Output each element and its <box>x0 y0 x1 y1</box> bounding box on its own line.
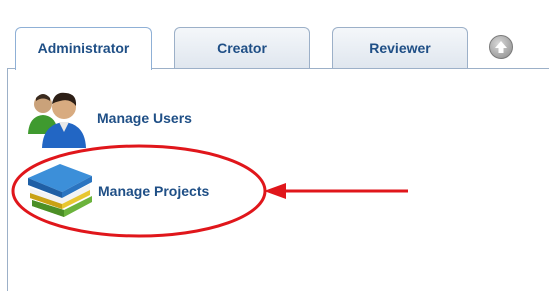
pointer-arrow-icon <box>264 183 408 199</box>
books-icon <box>28 164 92 217</box>
tab-administrator[interactable]: Administrator <box>15 27 152 70</box>
tab-reviewer[interactable]: Reviewer <box>332 27 468 69</box>
manage-users-link[interactable]: Manage Users <box>97 110 192 126</box>
scroll-up-button[interactable] <box>489 35 513 59</box>
arrow-up-circle-icon <box>495 41 507 53</box>
manage-projects-link[interactable]: Manage Projects <box>98 183 209 199</box>
users-icon <box>28 92 86 148</box>
tab-creator[interactable]: Creator <box>174 27 310 69</box>
tab-strip: Administrator Creator Reviewer <box>0 0 549 70</box>
panel-left-border <box>7 69 8 291</box>
admin-panel: Administrator Creator Reviewer Manage Us… <box>0 0 549 291</box>
